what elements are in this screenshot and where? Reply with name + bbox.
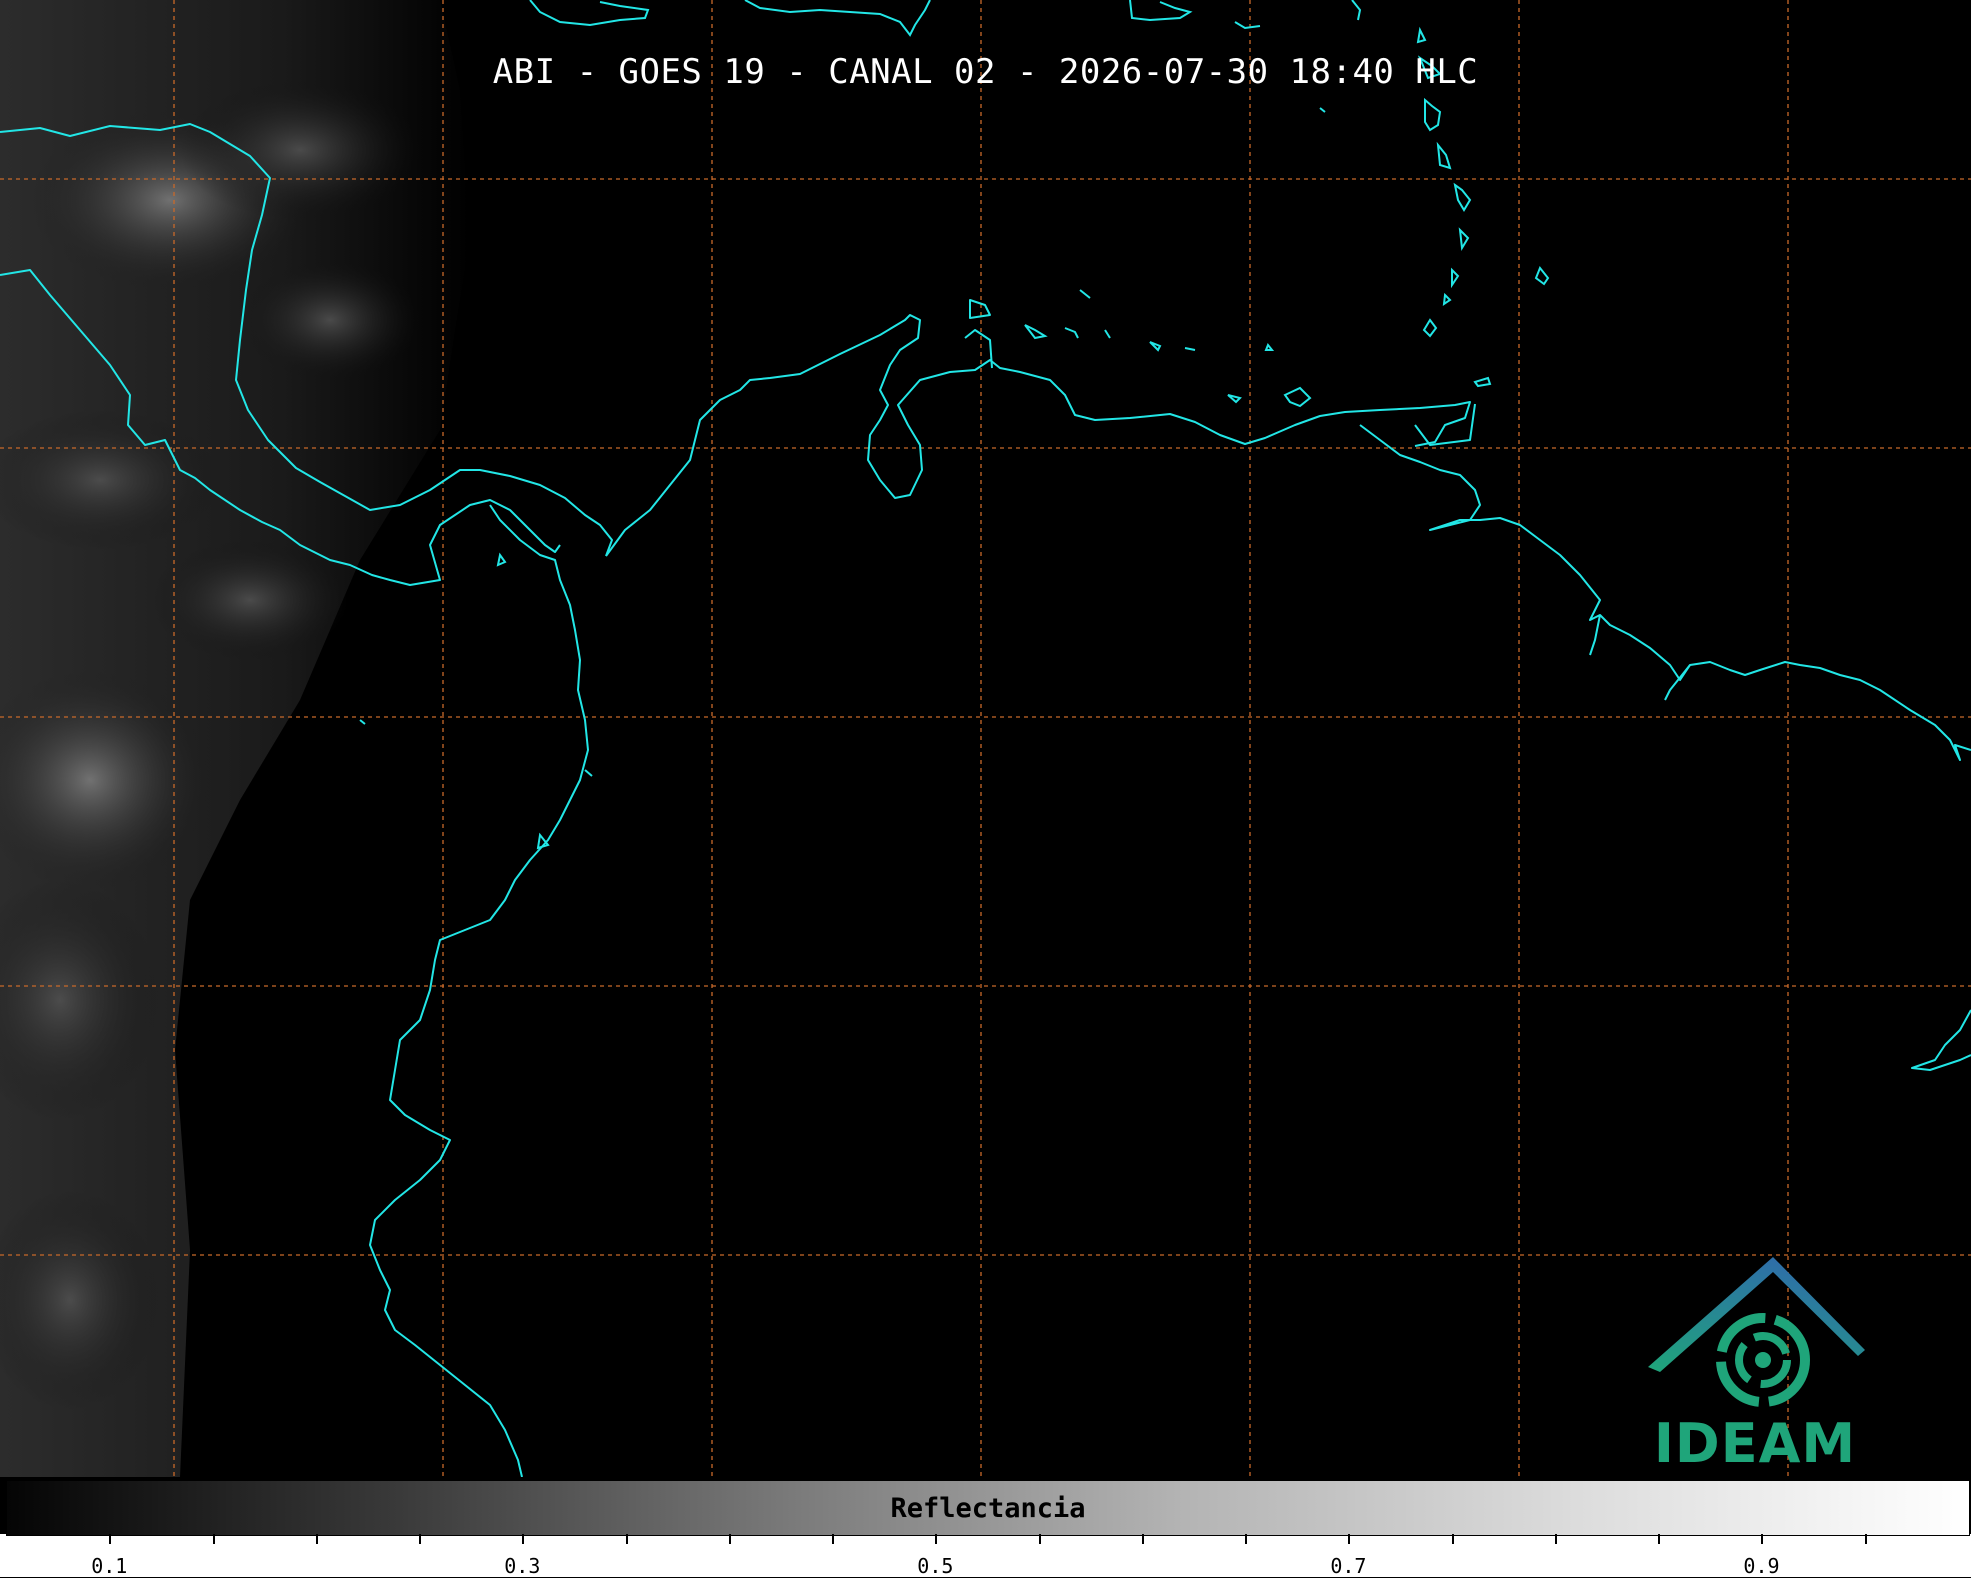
colorbar-minor-tick	[728, 1534, 731, 1544]
colorbar-minor-tick	[1141, 1534, 1144, 1544]
colorbar-tick-label: 0.9	[1743, 1554, 1780, 1578]
colorbar-minor-tick	[212, 1534, 215, 1544]
colorbar-minor-tick	[1348, 1534, 1351, 1544]
colorbar-minor-tick	[935, 1534, 938, 1544]
colorbar-minor-tick	[315, 1534, 318, 1544]
colorbar-minor-tick	[1038, 1534, 1041, 1544]
colorbar-minor-tick	[109, 1534, 112, 1544]
colorbar-tick-label: 0.7	[1330, 1554, 1367, 1578]
ideam-logo: IDEAM	[1640, 1252, 1870, 1475]
ideam-logo-emblem	[1648, 1257, 1865, 1407]
colorbar-label: Reflectancia	[890, 1493, 1086, 1524]
colorbar-tick-label: 0.3	[504, 1554, 541, 1578]
colorbar-axis: 0.1 0.3 0.5 0.7 0.9	[6, 1534, 1968, 1578]
colorbar-minor-tick	[419, 1534, 422, 1544]
colorbar-minor-tick	[1245, 1534, 1248, 1544]
colorbar-minor-tick	[1761, 1534, 1764, 1544]
ideam-logo-text: IDEAM	[1653, 1412, 1857, 1475]
colorbar-minor-tick	[1864, 1534, 1867, 1544]
reflectance-colorbar: Reflectancia	[6, 1480, 1970, 1536]
colorbar-tick-label: 0.5	[917, 1554, 954, 1578]
colorbar-minor-tick	[832, 1534, 835, 1544]
image-title: ABI - GOES 19 - CANAL 02 - 2026-07-30 18…	[492, 52, 1479, 92]
colorbar-minor-tick	[1554, 1534, 1557, 1544]
colorbar-tick-label: 0.1	[91, 1554, 128, 1578]
colorbar-minor-tick	[522, 1534, 525, 1544]
colorbar-minor-tick	[1658, 1534, 1661, 1544]
colorbar-minor-tick	[625, 1534, 628, 1544]
colorbar-minor-tick	[1451, 1534, 1454, 1544]
